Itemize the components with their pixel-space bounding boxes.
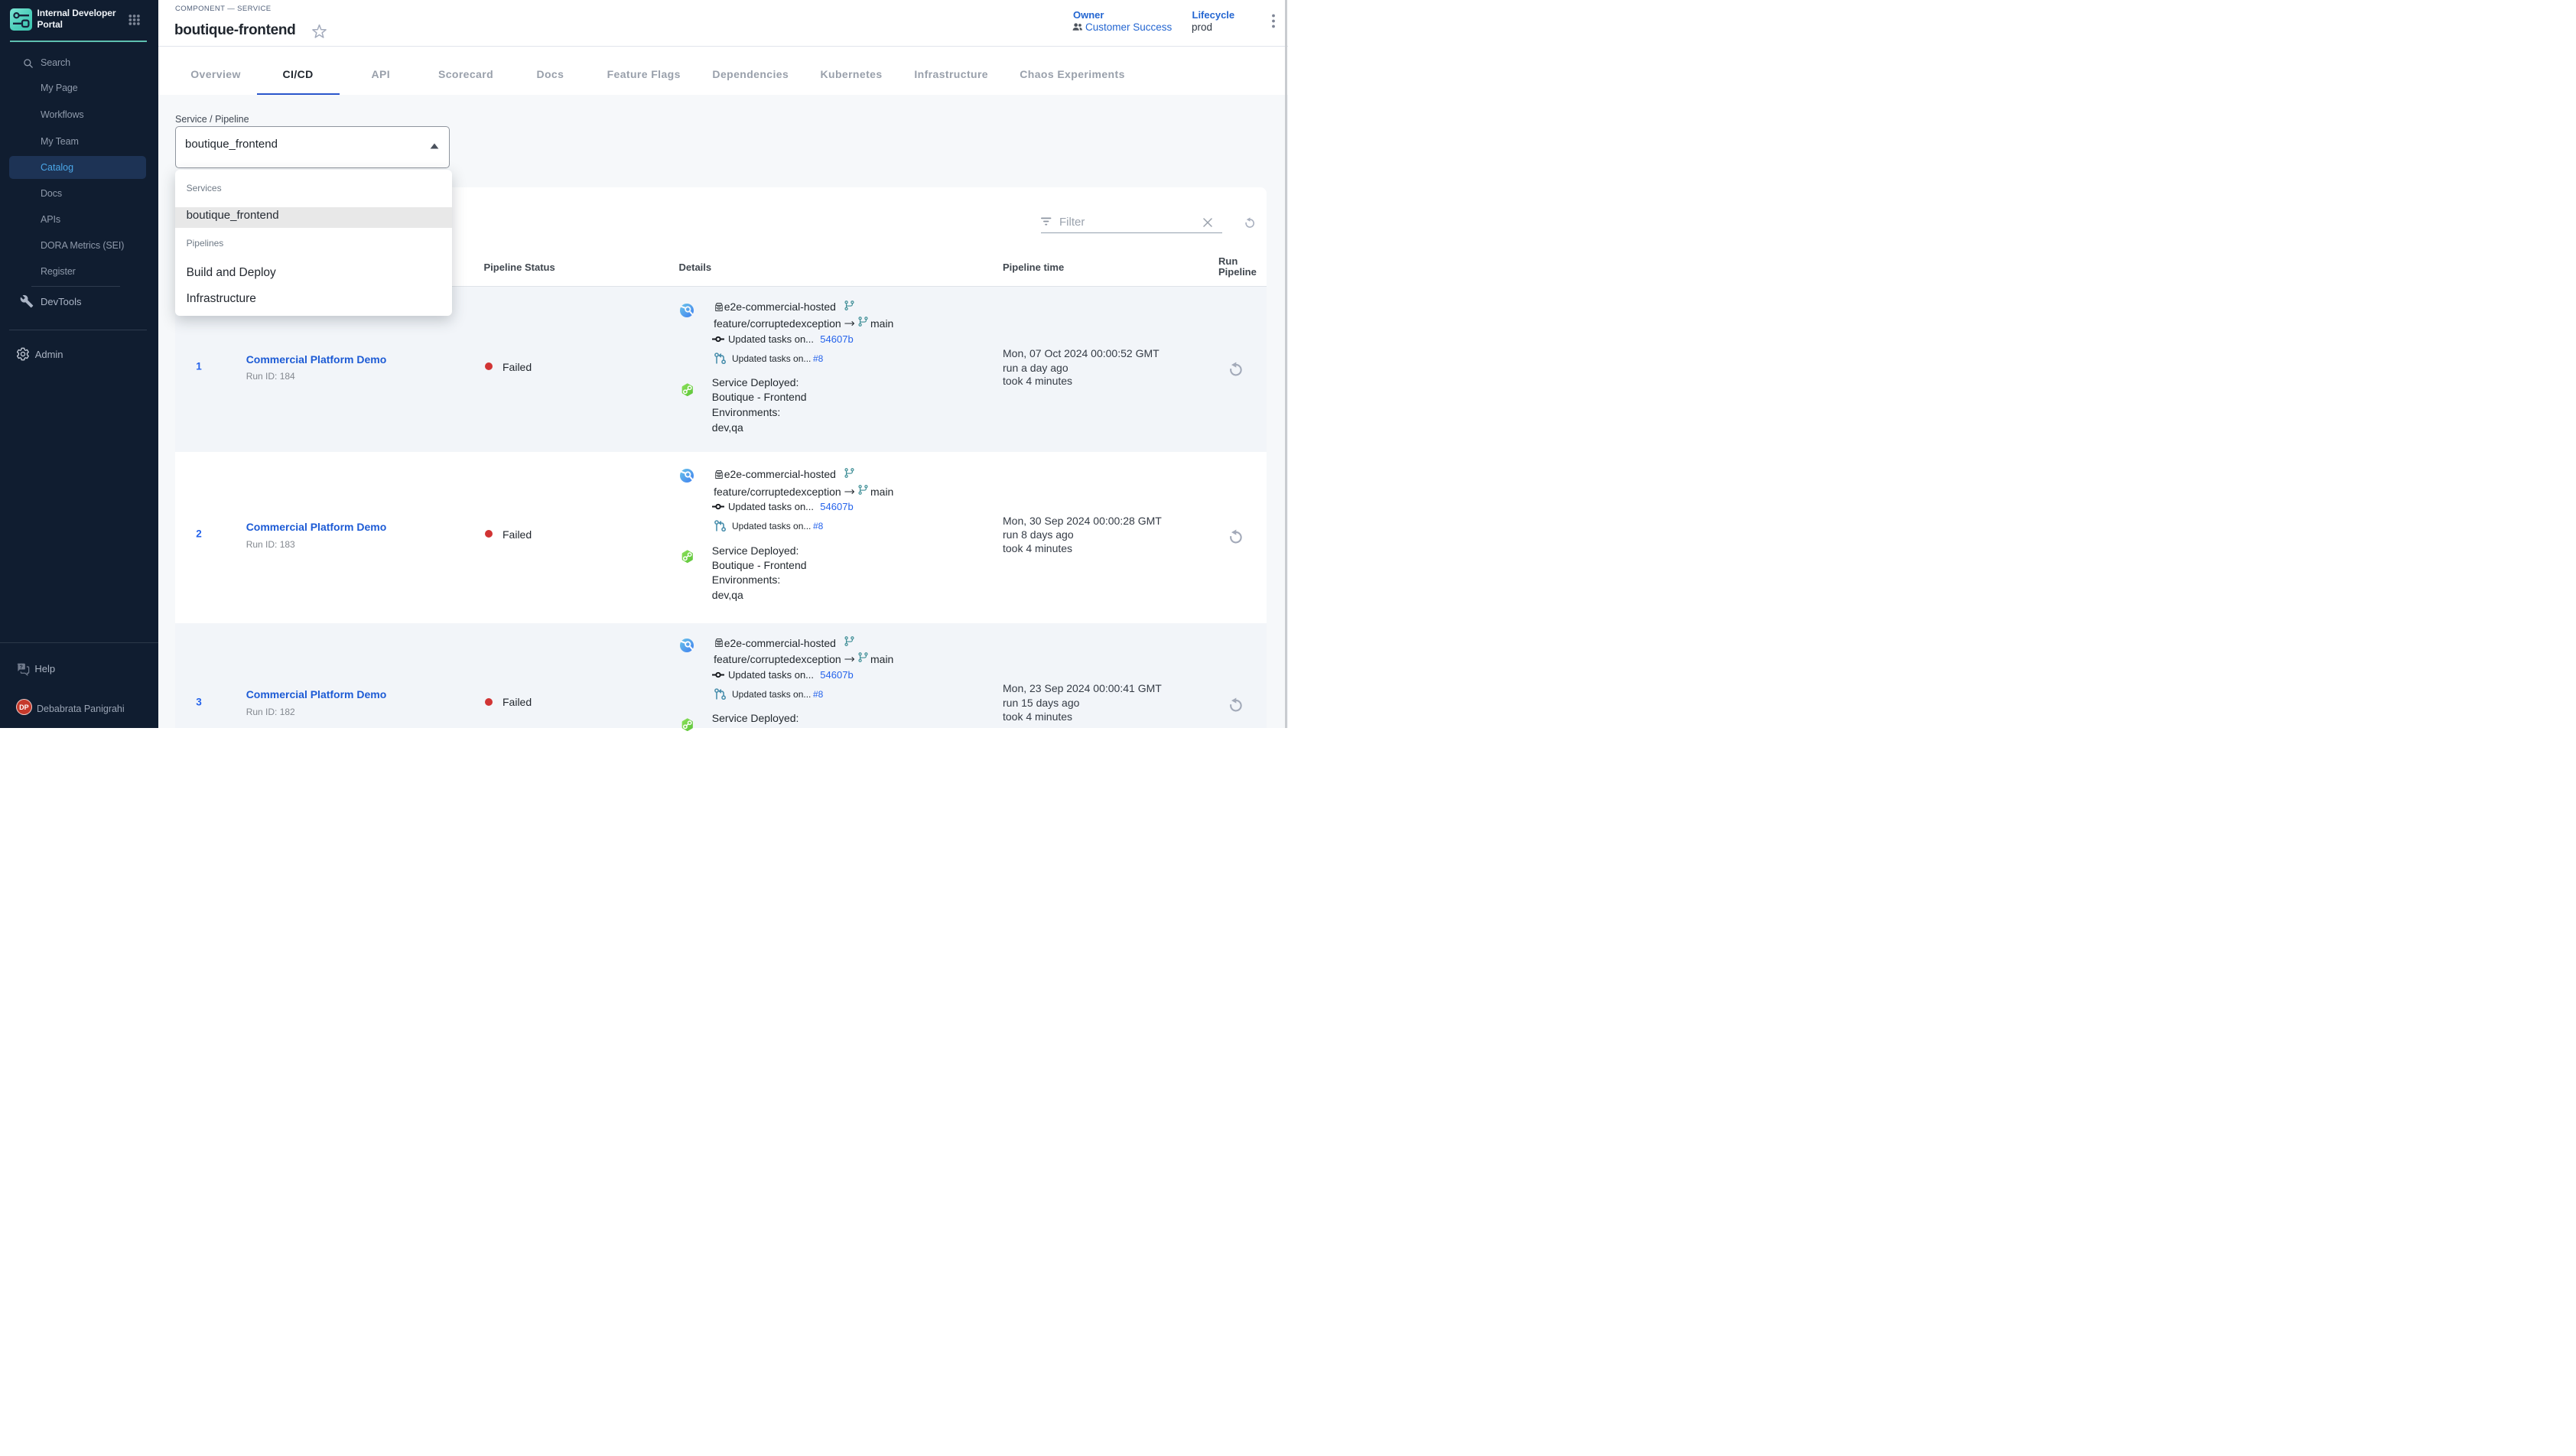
svg-text:?: ? xyxy=(19,664,22,670)
